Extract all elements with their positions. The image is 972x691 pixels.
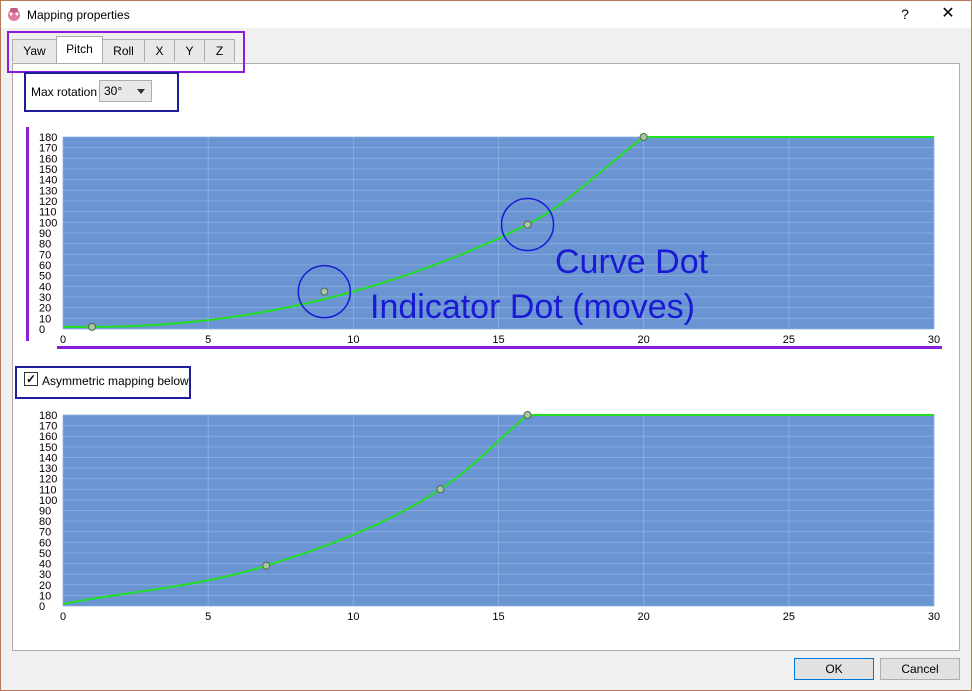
y-tick-label: 90 xyxy=(39,228,51,240)
x-tick-label: 10 xyxy=(347,334,359,346)
y-tick-label: 40 xyxy=(39,281,51,293)
y-tick-label: 120 xyxy=(39,196,57,208)
x-tick-label: 10 xyxy=(347,611,359,623)
y-tick-label: 0 xyxy=(39,601,45,613)
y-tick-label: 60 xyxy=(39,537,51,549)
y-tick-label: 50 xyxy=(39,548,51,560)
y-tick-label: 40 xyxy=(39,559,51,571)
y-tick-label: 60 xyxy=(39,260,51,272)
x-tick-label: 20 xyxy=(638,611,650,623)
curve-dot xyxy=(436,485,445,494)
x-tick-label: 20 xyxy=(638,334,650,346)
y-tick-label: 30 xyxy=(39,569,51,581)
y-tick-label: 180 xyxy=(39,132,57,144)
cancel-button[interactable]: Cancel xyxy=(880,658,960,680)
x-axis-highlight-bar xyxy=(57,346,942,349)
y-tick-label: 160 xyxy=(39,431,57,443)
curve-dot xyxy=(88,322,97,331)
y-tick-label: 10 xyxy=(39,313,51,325)
y-tick-label: 110 xyxy=(39,484,57,496)
x-tick-label: 30 xyxy=(928,611,940,623)
curve-dot xyxy=(523,220,532,229)
y-tick-label: 10 xyxy=(39,590,51,602)
y-tick-label: 170 xyxy=(39,143,57,155)
y-tick-label: 90 xyxy=(39,506,51,518)
x-tick-label: 30 xyxy=(928,334,940,346)
y-tick-label: 130 xyxy=(39,185,57,197)
y-tick-label: 170 xyxy=(39,421,57,433)
y-axis-highlight-bar xyxy=(26,127,29,341)
curve-dot xyxy=(523,411,532,419)
y-tick-label: 140 xyxy=(39,175,57,187)
y-tick-label: 30 xyxy=(39,292,51,304)
y-tick-label: 120 xyxy=(39,474,57,486)
y-tick-label: 20 xyxy=(39,580,51,592)
y-tick-label: 0 xyxy=(39,324,45,336)
y-tick-label: 80 xyxy=(39,239,51,251)
y-tick-label: 130 xyxy=(39,463,57,475)
x-tick-label: 25 xyxy=(783,334,795,346)
y-tick-label: 70 xyxy=(39,249,51,261)
y-tick-label: 100 xyxy=(39,495,57,507)
y-tick-label: 50 xyxy=(39,271,51,283)
y-tick-label: 110 xyxy=(39,207,57,219)
y-tick-label: 180 xyxy=(39,410,57,422)
ok-button[interactable]: OK xyxy=(794,658,874,680)
x-tick-label: 15 xyxy=(492,611,504,623)
tab-pitch[interactable]: Pitch xyxy=(56,36,103,63)
x-tick-label: 0 xyxy=(60,334,66,346)
x-tick-label: 15 xyxy=(492,334,504,346)
y-tick-label: 150 xyxy=(39,442,57,454)
x-tick-label: 5 xyxy=(205,611,211,623)
x-tick-label: 25 xyxy=(783,611,795,623)
indicator-dot-annotation: Indicator Dot (moves) xyxy=(370,288,695,326)
curve-dot xyxy=(262,561,271,570)
y-tick-label: 80 xyxy=(39,516,51,528)
y-tick-label: 100 xyxy=(39,217,57,229)
curve-dot-annotation: Curve Dot xyxy=(555,243,709,281)
y-tick-label: 150 xyxy=(39,164,57,176)
y-tick-label: 70 xyxy=(39,527,51,539)
x-tick-label: 5 xyxy=(205,334,211,346)
y-tick-label: 140 xyxy=(39,452,57,464)
y-tick-label: 160 xyxy=(39,153,57,165)
y-tick-label: 20 xyxy=(39,303,51,315)
curve-dot xyxy=(639,133,648,141)
x-tick-label: 0 xyxy=(60,611,66,623)
indicator-dot xyxy=(320,287,329,296)
